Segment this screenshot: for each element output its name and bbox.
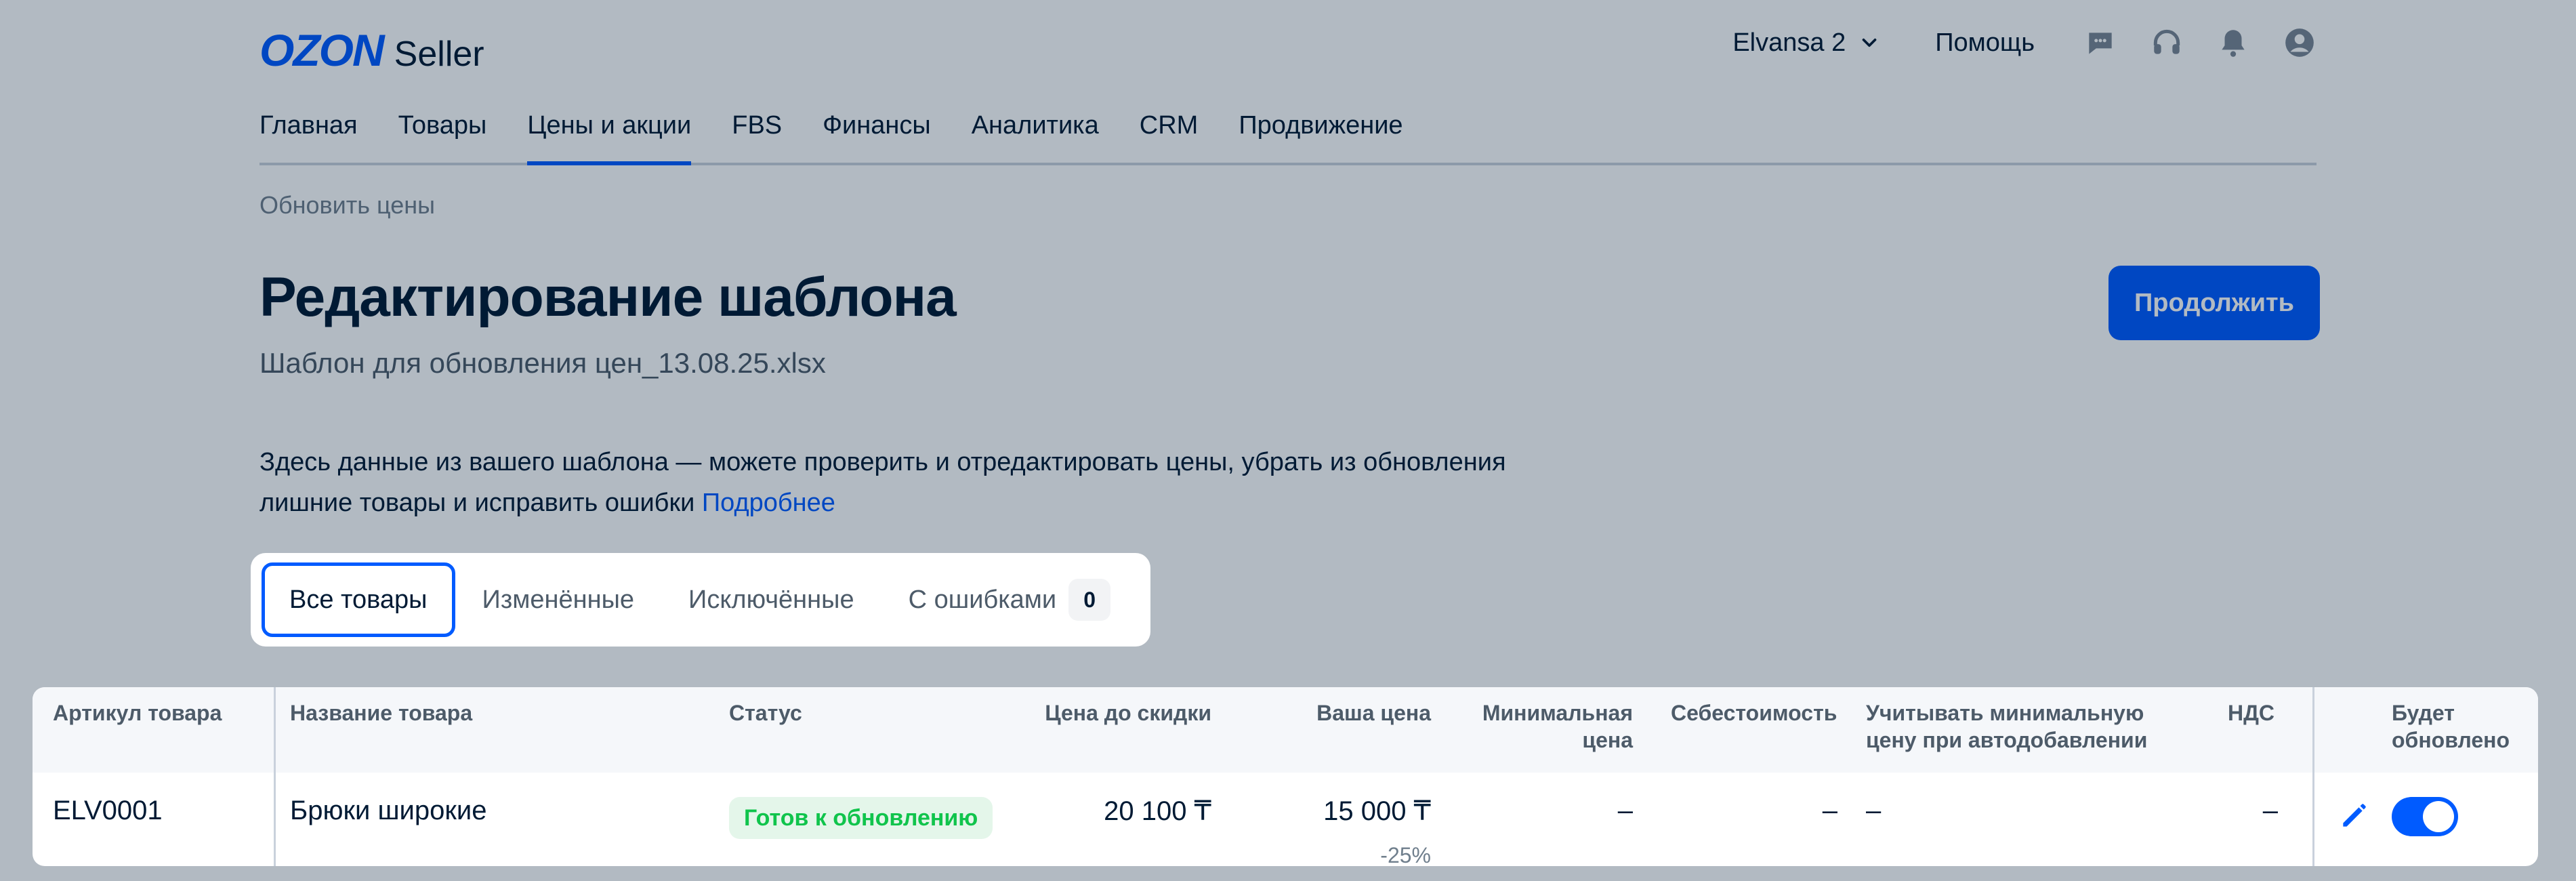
col-consider-min[interactable]: Учитывать минимальную цену при автодобав…	[1866, 699, 2147, 754]
nav-item-analytics[interactable]: Аналитика	[972, 95, 1099, 163]
col-will-update[interactable]: Будет обновлено	[2392, 699, 2510, 754]
breadcrumb[interactable]: Обновить цены	[259, 191, 435, 220]
tab-label: Исключённые	[688, 585, 854, 614]
cell-min-price[interactable]: –	[1618, 796, 1633, 826]
description-line-1: Здесь данные из вашего шаблона — можете …	[259, 448, 1506, 476]
user-icon[interactable]	[2283, 26, 2317, 60]
tab-label: Все товары	[289, 585, 428, 614]
col-min-price-line1: Минимальная	[1482, 701, 1633, 725]
page-title: Редактирование шаблона	[259, 266, 957, 328]
headset-icon[interactable]	[2150, 26, 2184, 60]
logo[interactable]: OZON Seller	[259, 24, 484, 76]
col-sku[interactable]: Артикул товара	[53, 699, 222, 726]
column-divider	[2312, 687, 2314, 866]
cell-vat[interactable]: –	[2263, 796, 2278, 826]
description-line-2: лишние товары и исправить ошибки Подробн…	[259, 483, 1615, 523]
nav-item-products[interactable]: Товары	[398, 95, 487, 163]
tab-label: С ошибками	[908, 585, 1057, 614]
will-update-toggle[interactable]	[2392, 797, 2458, 836]
col-status[interactable]: Статус	[729, 699, 802, 726]
bell-icon[interactable]	[2216, 26, 2250, 60]
cell-price-before[interactable]: 20 100 ₸	[1104, 796, 1211, 827]
column-divider	[274, 687, 276, 866]
main-nav: Главная Товары Цены и акции FBS Финансы …	[259, 95, 2317, 165]
cell-sku: ELV0001	[53, 796, 163, 825]
account-switcher[interactable]: Elvansa 2	[1732, 28, 1881, 58]
logo-brand: OZON	[259, 25, 385, 75]
col-consider-min-line1: Учитывать минимальную	[1866, 701, 2144, 725]
pencil-icon[interactable]	[2338, 798, 2371, 832]
filter-tabs: Все товары Изменённые Исключённые С ошиб…	[251, 553, 1150, 647]
top-right-controls: Elvansa 2 Помощь	[1732, 26, 2317, 60]
logo-product: Seller	[394, 35, 484, 74]
account-name: Elvansa 2	[1732, 28, 1846, 57]
col-name[interactable]: Название товара	[290, 699, 472, 726]
nav-item-fbs[interactable]: FBS	[732, 95, 782, 163]
col-cost[interactable]: Себестоимость	[1671, 699, 1837, 726]
cell-cost[interactable]: –	[1823, 796, 1837, 826]
page-subtitle: Шаблон для обновления цен_13.08.25.xlsx	[259, 347, 826, 379]
nav-item-promotion[interactable]: Продвижение	[1239, 95, 1403, 163]
continue-button[interactable]: Продолжить	[2108, 266, 2320, 340]
col-consider-min-line2: цену при автодобавлении	[1866, 728, 2148, 752]
nav-item-crm[interactable]: CRM	[1140, 95, 1199, 163]
page-description: Здесь данные из вашего шаблона — можете …	[259, 442, 1615, 523]
toggle-knob	[2423, 801, 2454, 832]
top-bar: OZON Seller Elvansa 2 Помощь	[259, 19, 2317, 76]
chat-icon[interactable]	[2083, 26, 2117, 60]
col-will-update-line2: обновлено	[2392, 728, 2510, 752]
col-vat[interactable]: НДС	[2228, 699, 2274, 726]
cell-name: Брюки широкие	[290, 796, 487, 825]
nav-item-main[interactable]: Главная	[259, 95, 358, 163]
col-min-price[interactable]: Минимальная цена	[1482, 699, 1633, 754]
help-link[interactable]: Помощь	[1935, 28, 2035, 58]
cell-discount: -25%	[1380, 843, 1431, 866]
cell-your-price[interactable]: 15 000 ₸	[1323, 796, 1431, 827]
chevron-down-icon	[1862, 38, 1877, 47]
tab-excluded[interactable]: Исключённые	[661, 562, 881, 637]
description-text: лишние товары и исправить ошибки	[259, 489, 695, 517]
tab-with-errors[interactable]: С ошибками 0	[881, 562, 1138, 637]
tab-changed[interactable]: Изменённые	[455, 562, 662, 637]
products-table: Артикул товара Название товара Статус Це…	[33, 687, 2538, 866]
tab-label: Изменённые	[482, 585, 635, 614]
more-info-link[interactable]: Подробнее	[702, 489, 835, 517]
cell-consider-min[interactable]: –	[1866, 796, 1881, 826]
col-your-price[interactable]: Ваша цена	[1316, 699, 1431, 726]
nav-item-prices[interactable]: Цены и акции	[527, 95, 691, 165]
col-will-update-line1: Будет	[2392, 701, 2455, 725]
col-min-price-line2: цена	[1582, 728, 1633, 752]
nav-item-finance[interactable]: Финансы	[823, 95, 931, 163]
status-badge: Готов к обновлению	[729, 797, 993, 839]
tab-all-products[interactable]: Все товары	[262, 562, 455, 637]
col-price-before[interactable]: Цена до скидки	[1045, 699, 1211, 726]
errors-count-badge: 0	[1068, 579, 1111, 621]
